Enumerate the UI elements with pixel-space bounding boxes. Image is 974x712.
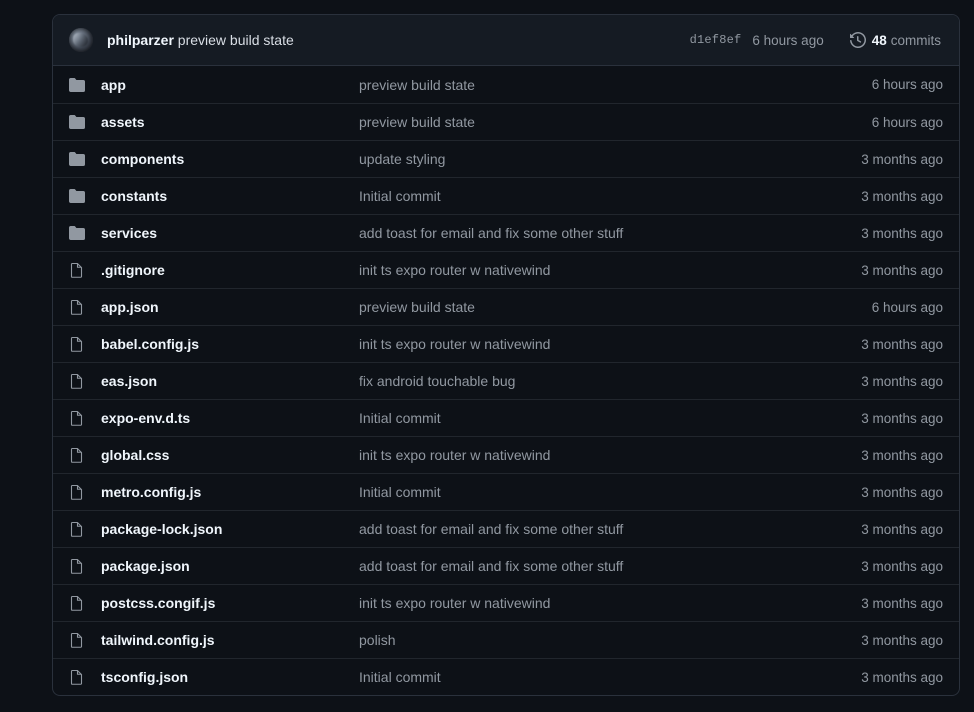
history-icon <box>849 32 866 48</box>
file-icon <box>69 373 101 389</box>
file-name-link[interactable]: package-lock.json <box>101 521 359 537</box>
file-name-link[interactable]: postcss.congif.js <box>101 595 359 611</box>
file-commit-time: 3 months ago <box>861 410 943 426</box>
file-commit-message[interactable]: fix android touchable bug <box>359 373 861 389</box>
file-name-link[interactable]: tailwind.config.js <box>101 632 359 648</box>
file-name-link[interactable]: expo-env.d.ts <box>101 410 359 426</box>
commit-meta: d1ef8ef 6 hours ago 48 commits <box>690 32 943 48</box>
table-row[interactable]: babel.config.js init ts expo router w nat… <box>53 325 959 362</box>
file-name-link[interactable]: constants <box>101 188 359 204</box>
file-commit-message[interactable]: init ts expo router w nativewind <box>359 336 861 352</box>
avatar[interactable] <box>69 28 93 52</box>
table-row[interactable]: postcss.congif.js init ts expo router w n… <box>53 584 959 621</box>
file-commit-message[interactable]: init ts expo router w nativewind <box>359 595 861 611</box>
folder-icon <box>69 77 101 93</box>
file-name-link[interactable]: .gitignore <box>101 262 359 278</box>
file-icon <box>69 521 101 537</box>
file-name-link[interactable]: metro.config.js <box>101 484 359 500</box>
table-row[interactable]: tsconfig.json Initial commit 3 months ago <box>53 658 959 695</box>
folder-icon <box>69 151 101 167</box>
file-commit-time: 3 months ago <box>861 595 943 611</box>
commit-hash-link[interactable]: d1ef8ef <box>690 33 742 47</box>
file-commit-message[interactable]: Initial commit <box>359 410 861 426</box>
table-row[interactable]: assets preview build state 6 hours ago <box>53 103 959 140</box>
file-commit-message[interactable]: preview build state <box>359 299 872 315</box>
file-commit-time: 6 hours ago <box>871 77 943 92</box>
file-commit-message[interactable]: init ts expo router w nativewind <box>359 447 861 463</box>
file-commit-message[interactable]: update styling <box>359 151 861 167</box>
file-icon <box>69 447 101 463</box>
file-icon <box>69 669 101 685</box>
file-commit-time: 3 months ago <box>861 521 943 537</box>
file-icon <box>69 558 101 574</box>
commit-history-link[interactable]: 48 commits <box>849 32 941 48</box>
file-name-link[interactable]: babel.config.js <box>101 336 359 352</box>
table-row[interactable]: app.json preview build state 6 hours ago <box>53 288 959 325</box>
file-commit-time: 3 months ago <box>861 262 943 278</box>
file-commit-time: 3 months ago <box>861 669 943 685</box>
table-row[interactable]: app preview build state 6 hours ago <box>53 66 959 103</box>
commit-message-link[interactable]: preview build state <box>178 32 294 48</box>
commit-author-link[interactable]: philparzer <box>107 32 174 48</box>
table-row[interactable]: global.css init ts expo router w nativewi… <box>53 436 959 473</box>
folder-icon <box>69 225 101 241</box>
file-commit-time: 3 months ago <box>861 484 943 500</box>
table-row[interactable]: constants Initial commit 3 months ago <box>53 177 959 214</box>
file-commit-message[interactable]: Initial commit <box>359 188 861 204</box>
latest-commit-summary: philparzer preview build state <box>107 32 294 48</box>
file-name-link[interactable]: components <box>101 151 359 167</box>
file-name-link[interactable]: assets <box>101 114 359 130</box>
latest-commit-header: philparzer preview build state d1ef8ef 6… <box>53 15 959 66</box>
commits-label: commits <box>890 32 941 48</box>
file-icon <box>69 299 101 315</box>
file-icon <box>69 336 101 352</box>
table-row[interactable]: eas.json fix android touchable bug 3 month… <box>53 362 959 399</box>
file-icon <box>69 484 101 500</box>
file-icon <box>69 595 101 611</box>
file-name-link[interactable]: app.json <box>101 299 359 315</box>
file-icon <box>69 410 101 426</box>
file-commit-time: 3 months ago <box>861 373 943 389</box>
table-row[interactable]: components update styling 3 months ago <box>53 140 959 177</box>
table-row[interactable]: expo-env.d.ts Initial commit 3 months ago <box>53 399 959 436</box>
table-row[interactable]: package-lock.json add toast for email and… <box>53 510 959 547</box>
file-name-link[interactable]: global.css <box>101 447 359 463</box>
file-commit-time: 3 months ago <box>861 558 943 574</box>
file-icon <box>69 632 101 648</box>
file-list: app preview build state 6 hours ago assets p… <box>53 66 959 695</box>
file-commit-message[interactable]: preview build state <box>359 77 872 93</box>
table-row[interactable]: .gitignore init ts expo router w nativewi… <box>53 251 959 288</box>
file-name-link[interactable]: package.json <box>101 558 359 574</box>
commits-count: 48 <box>871 32 887 48</box>
file-commit-message[interactable]: add toast for email and fix some other s… <box>359 558 861 574</box>
folder-icon <box>69 188 101 204</box>
file-commit-time: 3 months ago <box>861 336 943 352</box>
file-commit-message[interactable]: init ts expo router w nativewind <box>359 262 861 278</box>
file-commit-message[interactable]: preview build state <box>359 114 872 130</box>
table-row[interactable]: tailwind.config.js polish 3 months ago <box>53 621 959 658</box>
file-commit-message[interactable]: add toast for email and fix some other s… <box>359 521 861 537</box>
table-row[interactable]: package.json add toast for email and fix … <box>53 547 959 584</box>
file-icon <box>69 262 101 278</box>
file-name-link[interactable]: eas.json <box>101 373 359 389</box>
file-commit-time: 3 months ago <box>861 151 943 167</box>
file-commit-time: 6 hours ago <box>871 114 943 130</box>
table-row[interactable]: services add toast for email and fix some… <box>53 214 959 251</box>
file-commit-time: 3 months ago <box>861 632 943 648</box>
file-commit-message[interactable]: add toast for email and fix some other s… <box>359 225 861 241</box>
file-name-link[interactable]: services <box>101 225 359 241</box>
file-name-link[interactable]: app <box>101 77 359 93</box>
commit-relative-time: 6 hours ago <box>752 32 824 48</box>
file-commit-time: 6 hours ago <box>871 299 943 315</box>
file-commit-message[interactable]: Initial commit <box>359 484 861 500</box>
file-commit-message[interactable]: Initial commit <box>359 669 861 685</box>
file-commit-time: 3 months ago <box>861 225 943 241</box>
file-commit-time: 3 months ago <box>861 188 943 204</box>
file-commit-message[interactable]: polish <box>359 632 861 648</box>
file-name-link[interactable]: tsconfig.json <box>101 669 359 685</box>
repository-file-table: philparzer preview build state d1ef8ef 6… <box>52 14 960 696</box>
table-row[interactable]: metro.config.js Initial commit 3 months ag… <box>53 473 959 510</box>
folder-icon <box>69 114 101 130</box>
file-commit-time: 3 months ago <box>861 447 943 463</box>
